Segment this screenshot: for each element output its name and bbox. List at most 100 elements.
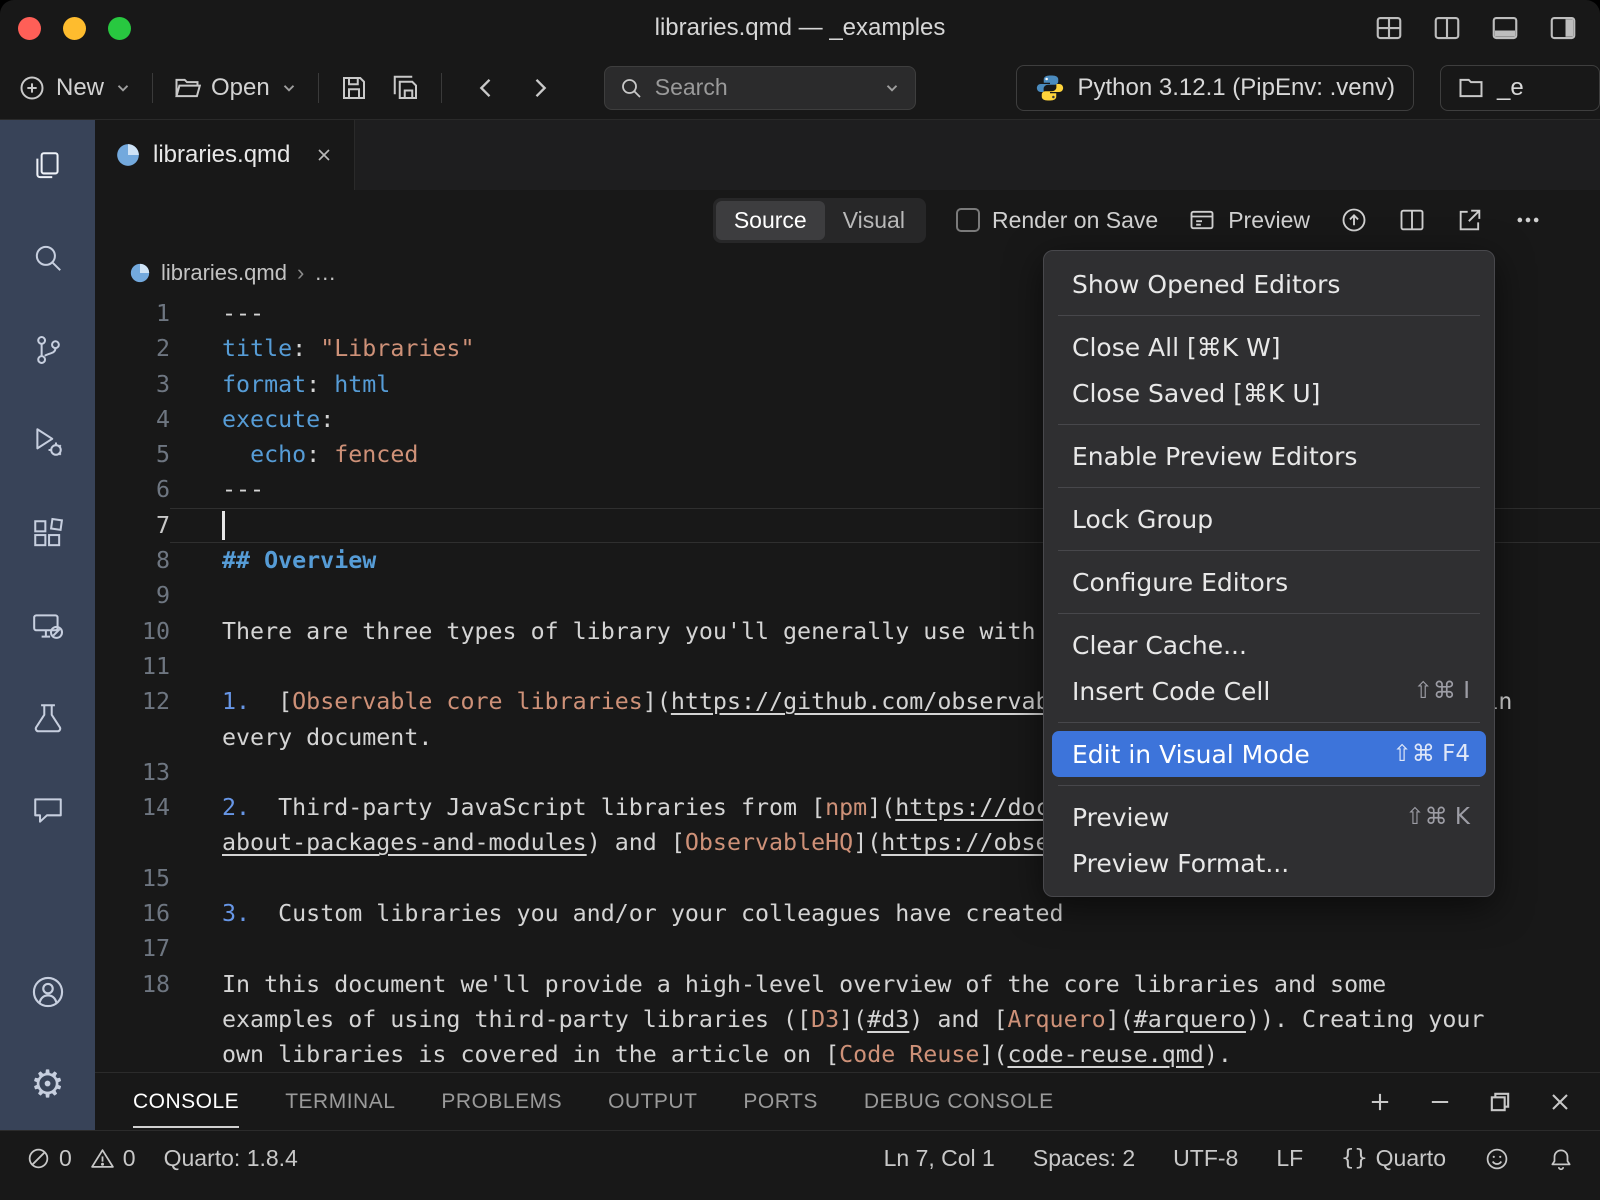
back-arrow-icon[interactable] — [472, 74, 500, 102]
menu-item-show-opened-editors[interactable]: Show Opened Editors — [1044, 261, 1494, 307]
menu-item-preview[interactable]: Preview⇧⌘ K — [1044, 794, 1494, 840]
menu-separator — [1058, 424, 1480, 425]
language-mode-status[interactable]: {} Quarto — [1341, 1145, 1446, 1172]
line-number: 4 — [95, 402, 170, 437]
menu-item-lock-group[interactable]: Lock Group — [1044, 496, 1494, 542]
menu-item-label: Enable Preview Editors — [1072, 442, 1357, 471]
problems-status[interactable]: 0 0 — [26, 1145, 136, 1172]
search-input[interactable]: Search — [604, 66, 916, 110]
panel-bottom-icon[interactable] — [1490, 13, 1520, 43]
feedback-smiley-icon[interactable] — [1484, 1146, 1510, 1172]
menu-item-enable-preview-editors[interactable]: Enable Preview Editors — [1044, 433, 1494, 479]
panel-tab-ports[interactable]: PORTS — [743, 1075, 817, 1128]
panel-restore-icon[interactable] — [1486, 1088, 1514, 1116]
code-row[interactable]: 163. Custom libraries you and/or your co… — [95, 896, 1600, 931]
interpreter-selector[interactable]: Python 3.12.1 (PipEnv: .venv) — [1016, 65, 1414, 111]
panel-tab-problems[interactable]: PROBLEMS — [441, 1075, 562, 1128]
panel-tab-console[interactable]: CONSOLE — [133, 1075, 239, 1128]
activity-item-chat[interactable] — [28, 790, 68, 830]
account-icon[interactable] — [28, 972, 68, 1012]
panel-right-icon[interactable] — [1548, 13, 1578, 43]
menu-item-clear-cache[interactable]: Clear Cache... — [1044, 622, 1494, 668]
layout-grid-icon[interactable] — [1374, 13, 1404, 43]
quarto-version-status[interactable]: Quarto: 1.8.4 — [164, 1145, 298, 1172]
activity-item-search[interactable] — [28, 238, 68, 278]
tab-libraries-qmd[interactable]: libraries.qmd — [95, 120, 355, 190]
close-tab-icon[interactable] — [314, 145, 334, 165]
editor-action-bar: Source Visual Render on Save Preview — [95, 190, 1600, 250]
line-number: 16 — [95, 896, 170, 931]
text-cursor — [222, 511, 225, 540]
app-window: libraries.qmd — _examples New Open Sea — [0, 0, 1600, 1200]
menu-separator — [1058, 487, 1480, 488]
indentation-status[interactable]: Spaces: 2 — [1033, 1145, 1135, 1172]
panel-close-icon[interactable] — [1546, 1088, 1574, 1116]
save-icon[interactable] — [339, 73, 369, 103]
line-number: 18 — [95, 967, 170, 1002]
notifications-bell-icon[interactable] — [1548, 1146, 1574, 1172]
more-actions-ellipsis-icon[interactable] — [1514, 206, 1542, 234]
panel-minimize-icon[interactable] — [1426, 1088, 1454, 1116]
cursor-position-status[interactable]: Ln 7, Col 1 — [884, 1145, 995, 1172]
activity-item-testing[interactable] — [28, 698, 68, 738]
line-number: 14 — [95, 790, 170, 825]
breadcrumb-file[interactable]: libraries.qmd — [161, 260, 287, 286]
open-button[interactable]: Open — [173, 74, 298, 102]
menu-item-label: Clear Cache... — [1072, 631, 1247, 660]
visual-mode-button[interactable]: Visual — [825, 201, 923, 240]
braces-icon: {} — [1341, 1146, 1368, 1171]
menu-item-edit-in-visual-mode[interactable]: Edit in Visual Mode⇧⌘ F4 — [1052, 731, 1486, 777]
titlebar-layout-controls — [1374, 0, 1578, 56]
activity-item-explorer[interactable] — [28, 146, 68, 186]
line-number: 13 — [95, 755, 170, 790]
toolbar-separator — [152, 73, 153, 103]
publish-icon[interactable] — [1340, 206, 1368, 234]
menu-item-close-all-k-w[interactable]: Close All [⌘K W] — [1044, 324, 1494, 370]
code-row[interactable]: own libraries is covered in the article … — [95, 1037, 1600, 1072]
code-row[interactable]: 18In this document we'll provide a high-… — [95, 967, 1600, 1002]
code-row[interactable]: 17 — [95, 931, 1600, 966]
new-button[interactable]: New — [18, 74, 132, 102]
activity-item-run-debug[interactable] — [28, 422, 68, 462]
eol-status[interactable]: LF — [1276, 1145, 1303, 1172]
menu-item-close-saved-k-u[interactable]: Close Saved [⌘K U] — [1044, 370, 1494, 416]
panel-tab-terminal[interactable]: TERMINAL — [285, 1075, 395, 1128]
tab-title: libraries.qmd — [153, 141, 290, 169]
activity-item-extensions[interactable] — [28, 514, 68, 554]
chevron-down-icon — [280, 79, 298, 97]
split-editor-icon[interactable] — [1398, 206, 1426, 234]
menu-item-label: Lock Group — [1072, 505, 1213, 534]
error-circle-slash-icon — [26, 1146, 51, 1171]
menu-item-configure-editors[interactable]: Configure Editors — [1044, 559, 1494, 605]
toolbar: New Open Search Python 3.12.1 (PipEnv: .… — [0, 56, 1600, 120]
line-number: 8 — [95, 543, 170, 578]
save-all-icon[interactable] — [391, 73, 421, 103]
encoding-status[interactable]: UTF-8 — [1173, 1145, 1238, 1172]
chevron-down-icon — [883, 79, 901, 97]
menu-item-insert-code-cell[interactable]: Insert Code Cell⇧⌘ I — [1044, 668, 1494, 714]
menu-item-preview-format[interactable]: Preview Format... — [1044, 840, 1494, 886]
breadcrumb-more[interactable]: … — [314, 260, 336, 286]
panel-tab-debug-console[interactable]: DEBUG CONSOLE — [864, 1075, 1054, 1128]
menu-separator — [1058, 613, 1480, 614]
panel-tab-output[interactable]: OUTPUT — [608, 1075, 697, 1128]
activity-item-sessions[interactable] — [28, 606, 68, 646]
line-number: 5 — [95, 437, 170, 472]
toolbar-separator — [318, 73, 319, 103]
activity-item-source-control[interactable] — [28, 330, 68, 370]
panel-plus-icon[interactable] — [1366, 1088, 1394, 1116]
preview-button[interactable]: Preview — [1188, 206, 1310, 234]
code-text: examples of using third-party libraries … — [170, 1002, 1600, 1037]
menu-item-shortcut: ⇧⌘ I — [1414, 678, 1470, 704]
window-title: libraries.qmd — _examples — [0, 14, 1600, 42]
open-external-icon[interactable] — [1456, 206, 1484, 234]
line-number: 17 — [95, 931, 170, 966]
split-columns-icon[interactable] — [1432, 13, 1462, 43]
render-on-save-checkbox[interactable] — [956, 208, 980, 232]
source-mode-button[interactable]: Source — [716, 201, 825, 240]
code-row[interactable]: examples of using third-party libraries … — [95, 1002, 1600, 1037]
settings-gear-icon[interactable]: ⚙ — [28, 1064, 68, 1104]
forward-arrow-icon[interactable] — [526, 74, 554, 102]
workspace-button[interactable]: _e — [1440, 65, 1600, 111]
panel-tabs: CONSOLE TERMINAL PROBLEMS OUTPUT PORTS DEBUG … — [133, 1075, 1054, 1128]
